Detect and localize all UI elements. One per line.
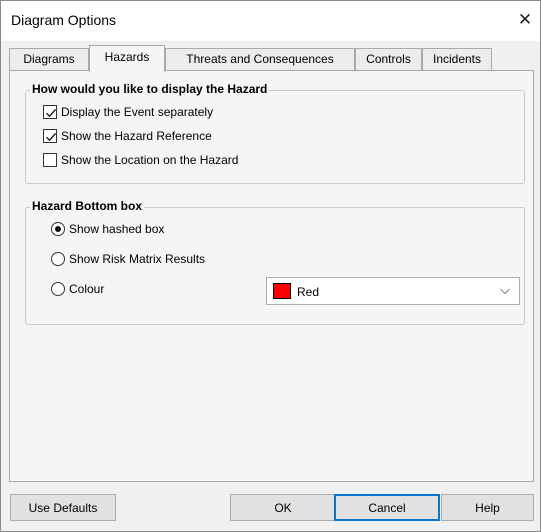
show-risk-matrix-results-label: Show Risk Matrix Results (69, 252, 206, 266)
checkmark-icon (46, 132, 57, 142)
tab-controls[interactable]: Controls (355, 48, 422, 71)
show-location-on-hazard-checkbox[interactable] (43, 153, 57, 167)
show-hashed-box-option[interactable]: Show hashed box (51, 220, 164, 238)
colour-select[interactable]: Red (266, 277, 520, 305)
display-event-separately-checkbox[interactable] (43, 105, 57, 119)
radio-selected-dot (55, 226, 61, 232)
ok-button[interactable]: OK (230, 494, 336, 521)
hazards-tab-panel: How would you like to display the Hazard… (9, 70, 534, 482)
cancel-button[interactable]: Cancel (334, 494, 440, 521)
show-location-on-hazard-option[interactable]: Show the Location on the Hazard (43, 151, 238, 169)
display-hazard-group-legend: How would you like to display the Hazard (30, 82, 270, 96)
show-hashed-box-label: Show hashed box (69, 222, 165, 236)
colour-swatch (273, 283, 291, 299)
hazard-bottom-box-group: Hazard Bottom box Show hashed box Show R… (25, 199, 525, 325)
chevron-down-icon (500, 288, 510, 295)
colour-radio[interactable] (51, 282, 65, 296)
show-hashed-box-radio[interactable] (51, 222, 65, 236)
tab-incidents[interactable]: Incidents (422, 48, 492, 71)
colour-select-value: Red (297, 285, 320, 299)
use-defaults-button[interactable]: Use Defaults (10, 494, 116, 521)
colour-label: Colour (69, 282, 105, 296)
show-location-on-hazard-label: Show the Location on the Hazard (61, 153, 239, 167)
window-title: Diagram Options (11, 12, 117, 28)
show-hazard-reference-checkbox[interactable] (43, 129, 57, 143)
checkmark-icon (46, 108, 57, 118)
dialog-window: Diagram Options ✕ Diagrams Hazards Threa… (0, 0, 541, 532)
help-button[interactable]: Help (441, 494, 534, 521)
show-hazard-reference-label: Show the Hazard Reference (61, 129, 212, 143)
colour-option[interactable]: Colour (51, 280, 104, 298)
tab-threats-and-consequences[interactable]: Threats and Consequences (165, 48, 355, 71)
tab-diagrams[interactable]: Diagrams (9, 48, 89, 71)
hazard-bottom-box-group-legend: Hazard Bottom box (30, 199, 145, 213)
tab-strip: Diagrams Hazards Threats and Consequence… (9, 45, 534, 72)
display-event-separately-label: Display the Event separately (61, 105, 214, 119)
show-risk-matrix-results-option[interactable]: Show Risk Matrix Results (51, 250, 205, 268)
title-bar: Diagram Options ✕ (1, 1, 540, 41)
close-icon[interactable]: ✕ (516, 11, 534, 29)
display-event-separately-option[interactable]: Display the Event separately (43, 103, 213, 121)
display-hazard-group: How would you like to display the Hazard… (25, 82, 525, 184)
show-hazard-reference-option[interactable]: Show the Hazard Reference (43, 127, 212, 145)
show-risk-matrix-results-radio[interactable] (51, 252, 65, 266)
tab-hazards[interactable]: Hazards (89, 45, 165, 72)
